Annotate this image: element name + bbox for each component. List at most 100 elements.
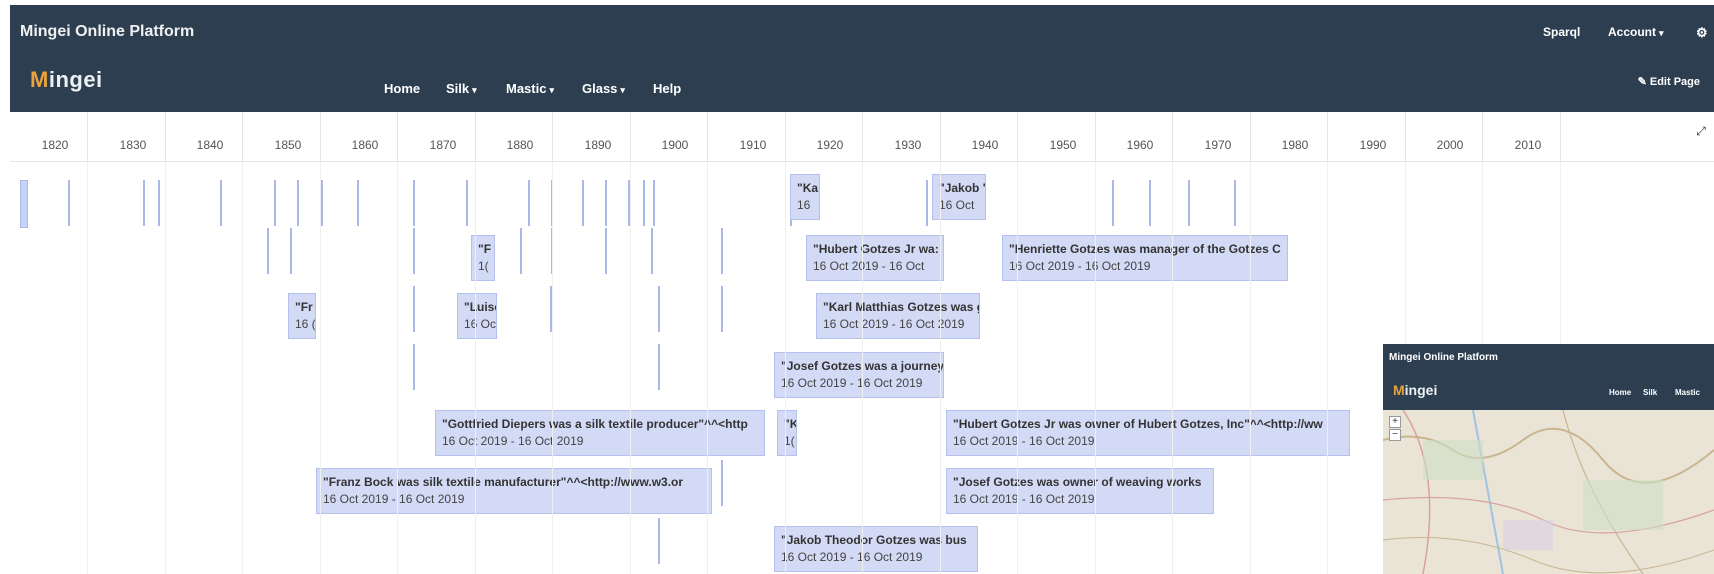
- tick-label: 1830: [119, 138, 147, 152]
- timeline-marker[interactable]: [413, 344, 415, 390]
- timeline-marker[interactable]: [658, 286, 660, 332]
- tick-label: 1930: [894, 138, 922, 152]
- caret-down-icon: ▾: [620, 85, 625, 95]
- tick-mark: [862, 112, 863, 162]
- timeline-event[interactable]: "Luise16 Oc: [457, 293, 497, 339]
- timeline-marker[interactable]: [274, 180, 276, 226]
- timeline-marker[interactable]: [926, 180, 928, 226]
- tick-label: 1840: [196, 138, 224, 152]
- gridline: [1250, 162, 1251, 574]
- timeline-marker[interactable]: [357, 180, 359, 226]
- map-nav-home[interactable]: Home: [1609, 388, 1631, 397]
- account-label: Account: [1608, 25, 1656, 39]
- timeline-marker[interactable]: [721, 460, 723, 506]
- timeline-event[interactable]: "Josef Gotzes was owner of weaving works…: [946, 468, 1214, 514]
- gridline: [475, 162, 476, 574]
- tick-mark: [320, 112, 321, 162]
- sparql-link[interactable]: Sparql: [1543, 25, 1580, 39]
- timeline-marker[interactable]: [1188, 180, 1190, 226]
- timeline-marker[interactable]: [1112, 180, 1114, 226]
- timeline-marker[interactable]: [651, 228, 653, 274]
- nav-glass[interactable]: Glass ▾: [582, 81, 625, 96]
- nav-help[interactable]: Help: [653, 81, 681, 96]
- timeline-marker[interactable]: [220, 180, 222, 226]
- timeline-event[interactable]: "Henriette Gotzes was manager of the Got…: [1002, 235, 1288, 281]
- tick-mark: [1172, 112, 1173, 162]
- tick-mark: [397, 112, 398, 162]
- tick-label: 2000: [1436, 138, 1464, 152]
- zoom-in-button[interactable]: +: [1389, 416, 1401, 428]
- timeline-marker[interactable]: [1149, 180, 1151, 226]
- caret-down-icon: ▾: [472, 85, 477, 95]
- timeline-marker[interactable]: [653, 180, 655, 226]
- timeline-item-collapsed[interactable]: [20, 180, 28, 228]
- gridline: [1172, 162, 1173, 574]
- map-nav-mastic[interactable]: Mastic: [1675, 388, 1700, 397]
- timeline-marker[interactable]: [158, 180, 160, 226]
- tick-mark: [242, 112, 243, 162]
- gridline: [940, 162, 941, 574]
- timeline-event[interactable]: "Hubert Gotzes Jr was owner of Hubert Go…: [946, 410, 1350, 456]
- gridline: [862, 162, 863, 574]
- timeline-marker[interactable]: [68, 180, 70, 226]
- nav-home[interactable]: Home: [384, 81, 420, 96]
- timeline-marker[interactable]: [605, 228, 607, 274]
- timeline-marker[interactable]: [290, 228, 292, 274]
- timeline-marker[interactable]: [413, 228, 415, 274]
- timeline-event[interactable]: "K 1(: [777, 410, 797, 456]
- timeline-marker[interactable]: [721, 286, 723, 332]
- nav-silk[interactable]: Silk ▾: [446, 81, 477, 96]
- timeline-marker[interactable]: [466, 180, 468, 226]
- page: Mingei Online Platform Sparql Account ▾ ⚙…: [0, 0, 1714, 574]
- timeline-event[interactable]: "Fr 16 (: [288, 293, 316, 339]
- tick-mark: [1327, 112, 1328, 162]
- tick-label: 1900: [661, 138, 689, 152]
- timeline-event[interactable]: "Hubert Gotzes Jr wa: 16 Oct 2019 - 16 Oc…: [806, 235, 944, 281]
- map-window[interactable]: Mingei Online Platform Mingei Home Silk …: [1383, 344, 1714, 574]
- gridline: [1017, 162, 1018, 574]
- tick-label: 1860: [351, 138, 379, 152]
- nav-mastic[interactable]: Mastic ▾: [506, 81, 554, 96]
- timeline-event[interactable]: "Ka 16: [790, 174, 820, 220]
- timeline-marker[interactable]: [528, 180, 530, 226]
- timeline-event[interactable]: "Karl Matthias Gotzes was gro 16 Oct 2019…: [816, 293, 980, 339]
- timeline-marker[interactable]: [413, 286, 415, 332]
- timeline-marker[interactable]: [582, 180, 584, 226]
- timeline-marker[interactable]: [520, 228, 522, 274]
- platform-title[interactable]: Mingei Online Platform: [20, 23, 194, 41]
- edit-page-link[interactable]: ✎ Edit Page: [1638, 75, 1700, 88]
- timeline-event[interactable]: "Josef Gotzes was a journey 16 Oct 2019 -…: [774, 352, 944, 398]
- zoom-out-button[interactable]: −: [1389, 429, 1401, 441]
- tick-mark: [1405, 112, 1406, 162]
- timeline-event[interactable]: "Gottfried Diepers was a silk textile pr…: [435, 410, 765, 456]
- account-menu[interactable]: Account ▾: [1608, 25, 1664, 39]
- timeline-marker[interactable]: [643, 180, 645, 226]
- timeline-event[interactable]: "Jakob Theodor Gotzes was bus 16 Oct 2019…: [774, 526, 978, 572]
- timeline-marker[interactable]: [267, 228, 269, 274]
- mingei-logo[interactable]: Mingei: [30, 67, 103, 93]
- timeline-marker[interactable]: [321, 180, 323, 226]
- timeline-marker[interactable]: [297, 180, 299, 226]
- tick-mark: [785, 112, 786, 162]
- map-view[interactable]: + −: [1383, 410, 1714, 574]
- tick-label: 1980: [1281, 138, 1309, 152]
- timeline-marker[interactable]: [658, 518, 660, 564]
- tick-mark: [1482, 112, 1483, 162]
- expand-icon[interactable]: ⤢: [1692, 122, 1710, 140]
- timeline-marker[interactable]: [1234, 180, 1236, 226]
- tick-mark: [630, 112, 631, 162]
- gridline: [707, 162, 708, 574]
- timeline-marker[interactable]: [605, 180, 607, 226]
- timeline-marker[interactable]: [413, 180, 415, 226]
- timeline-marker[interactable]: [143, 180, 145, 226]
- timeline-marker[interactable]: [658, 344, 660, 390]
- timeline-marker[interactable]: [721, 228, 723, 274]
- gridline: [630, 162, 631, 574]
- timeline-event[interactable]: "Franz Bock was silk textile manufacture…: [316, 468, 712, 514]
- gear-icon[interactable]: ⚙: [1696, 25, 1708, 41]
- map-nav-silk[interactable]: Silk: [1643, 388, 1657, 397]
- tick-label: 1850: [274, 138, 302, 152]
- top-navbar: Mingei Online Platform Sparql Account ▾ ⚙…: [10, 5, 1714, 112]
- tick-label: 1880: [506, 138, 534, 152]
- gridline: [1095, 162, 1096, 574]
